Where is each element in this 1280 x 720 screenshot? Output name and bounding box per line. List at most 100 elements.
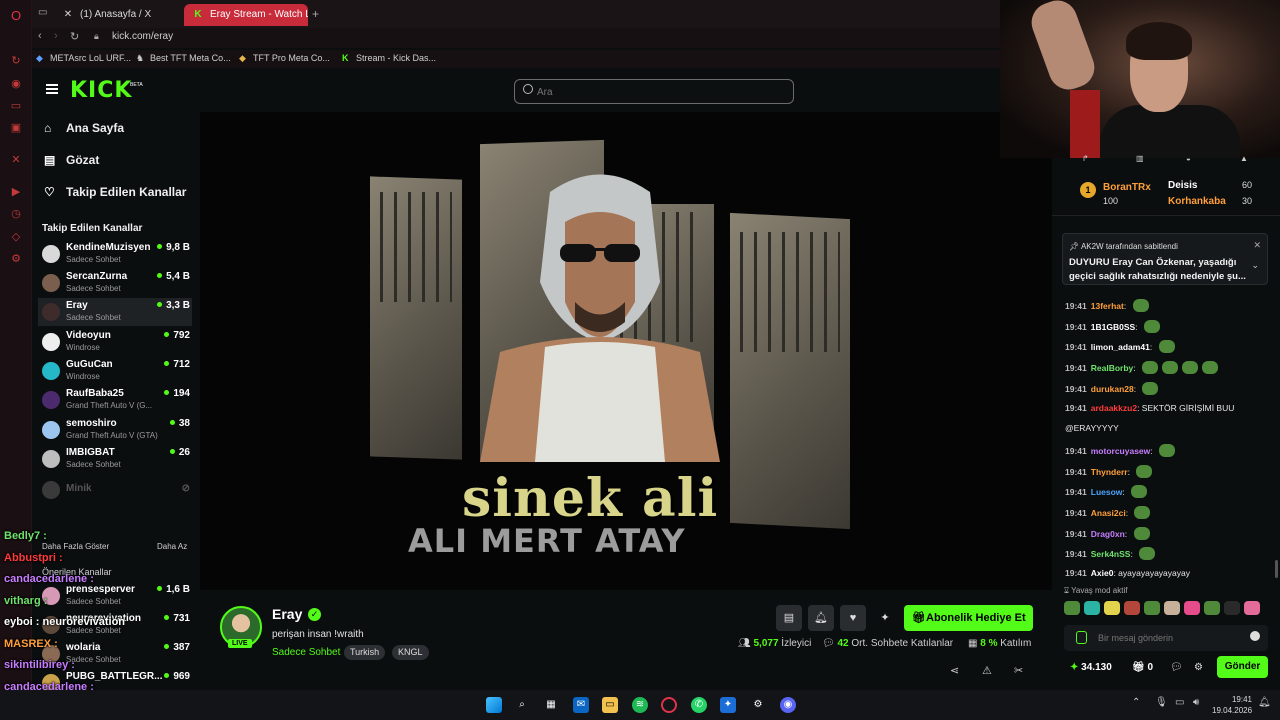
history-icon[interactable]: ↻: [9, 54, 23, 68]
chat-username[interactable]: motorcuyasew: [1091, 446, 1151, 456]
emote-button[interactable]: [1164, 601, 1180, 615]
notification-bell-button[interactable]: 🔔︎: [808, 605, 834, 631]
gift-count[interactable]: 🎁︎ 0: [1132, 662, 1153, 673]
aria-icon[interactable]: ◉: [9, 77, 23, 91]
bookmarks-icon[interactable]: ▣: [9, 121, 23, 135]
volume-icon[interactable]: 🔊︎: [1193, 697, 1199, 708]
x-sidebar-icon[interactable]: ✕: [9, 153, 23, 167]
chat-username[interactable]: durukan28: [1091, 384, 1134, 394]
emote-button[interactable]: [1104, 601, 1120, 615]
chat-settings-icon[interactable]: ⚙: [1194, 662, 1203, 673]
back-arrow-icon[interactable]: ‹: [38, 30, 42, 42]
chat-username[interactable]: ardaakkzu2: [1091, 403, 1137, 413]
chat-input-box[interactable]: [1064, 625, 1268, 651]
tag-kngl[interactable]: KNGL: [392, 645, 429, 660]
video-player[interactable]: sinek ali ALI MERT ATAY: [200, 112, 1052, 590]
search-box[interactable]: [514, 79, 794, 104]
emote-button[interactable]: [1064, 601, 1080, 615]
discord-icon[interactable]: ◉: [780, 697, 796, 713]
reload-icon[interactable]: ↻: [70, 30, 79, 43]
sidebar-channel-sercanzurna[interactable]: SercanZurna Sadece Sohbet 5,4 B: [38, 269, 192, 297]
sparkle-icon[interactable]: ✦: [872, 605, 898, 631]
emoji-picker-icon[interactable]: [1250, 631, 1260, 641]
chat-username[interactable]: Serk4nSS: [1091, 549, 1131, 559]
emote-button[interactable]: [1084, 601, 1100, 615]
search-input[interactable]: [537, 84, 777, 100]
tab-kick-stream[interactable]: K Eray Stream - Watch L: [184, 4, 308, 26]
sidebar-channel-minik[interactable]: Minik ⊘: [38, 476, 192, 504]
spotify-icon[interactable]: ≋: [632, 697, 648, 713]
chat-mode-icon[interactable]: ▥: [1136, 154, 1144, 163]
chat-username[interactable]: RealBorby: [1091, 363, 1134, 373]
show-less-link[interactable]: Daha Az: [157, 542, 187, 551]
chat-username[interactable]: Axie0: [1091, 568, 1114, 578]
microsoft-store-icon[interactable]: ▦: [543, 697, 559, 713]
chevron-down-icon[interactable]: ⌄: [1251, 260, 1259, 271]
hamburger-menu-icon[interactable]: [46, 84, 58, 94]
report-icon[interactable]: ⚠: [982, 664, 992, 677]
emote-button[interactable]: [1244, 601, 1260, 615]
pinboard-icon[interactable]: ◇: [9, 230, 23, 244]
nav-home[interactable]: ⌂ Ana Sayfa: [44, 121, 124, 135]
file-explorer-icon[interactable]: ▭: [602, 697, 618, 713]
channel-points[interactable]: ✦ 34.130: [1070, 662, 1112, 673]
emote-button[interactable]: [1124, 601, 1140, 615]
tag-turkish[interactable]: Turkish: [344, 645, 386, 660]
emote-button[interactable]: [1204, 601, 1220, 615]
url-field[interactable]: kick.com/eray: [112, 31, 173, 42]
chat-username[interactable]: Drag0xn: [1091, 529, 1125, 539]
emote-button[interactable]: [1184, 601, 1200, 615]
follow-heart-button[interactable]: ♥: [840, 605, 866, 631]
sidebar-channel-imbigbat[interactable]: IMBIGBAT Sadece Sohbet 26: [38, 445, 192, 473]
chat-visibility-icon[interactable]: ◒: [1186, 154, 1191, 163]
bookmark-item[interactable]: ◆ TFT Pro Meta Co...: [239, 53, 330, 63]
chat-bubble-icon[interactable]: 💬︎: [1170, 662, 1183, 673]
sidebar-channel-raufbaba25[interactable]: RaufBaba25 Grand Theft Auto V (G... 194: [38, 386, 192, 414]
messenger-icon[interactable]: ▭: [9, 99, 23, 113]
steam-icon[interactable]: ⚙: [750, 697, 766, 713]
theater-mode-button[interactable]: ▤: [776, 605, 802, 631]
sidebar-channel-videoyun[interactable]: Videoyun Windrose 792: [38, 328, 192, 356]
nav-following[interactable]: ♡ Takip Edilen Kanallar: [44, 185, 186, 199]
tab-x-home[interactable]: ✕ (1) Anasayfa / X: [54, 4, 182, 26]
bookmark-item[interactable]: ◆ METAsrc LoL URF...: [36, 53, 131, 63]
bookmark-item[interactable]: ♞ Best TFT Meta Co...: [136, 53, 231, 63]
clock-icon[interactable]: ◷: [9, 207, 23, 221]
pinned-message[interactable]: 📌︎ AK2W tarafından sabitlendi ✕ DUYURU E…: [1062, 233, 1268, 285]
share-icon[interactable]: ⋖: [950, 664, 959, 677]
sidebar-channel-kendinemuzisyen[interactable]: KendineMuzisyen Sadece Sohbet 9,8 B: [38, 240, 192, 268]
nav-browse[interactable]: ▤ Gözat: [44, 153, 99, 167]
opera-logo-icon[interactable]: O: [9, 9, 23, 23]
gift-subscription-button[interactable]: 🎁︎ Abonelik Hediye Et: [904, 605, 1033, 631]
network-icon[interactable]: ▭: [1175, 697, 1184, 708]
clip-icon[interactable]: ✂: [1014, 664, 1023, 677]
chat-username[interactable]: 1B1GB0SS: [1091, 322, 1135, 332]
kick-logo[interactable]: KICK: [70, 78, 132, 103]
sidebar-channel-prensesperver[interactable]: prensesperver Sadece Sohbet 1,6 B: [38, 582, 192, 610]
windows-start-icon[interactable]: [486, 697, 502, 713]
chat-username[interactable]: Thynderr: [1091, 467, 1128, 477]
chat-username[interactable]: limon_adam41: [1091, 342, 1150, 352]
forward-arrow-icon[interactable]: ›: [54, 30, 58, 42]
opera-gx-icon[interactable]: [661, 697, 677, 713]
sidebar-channel-gugucan[interactable]: GuGuCan Windrose 712: [38, 357, 192, 385]
player-icon[interactable]: ▶: [9, 185, 23, 199]
chat-scrollbar[interactable]: [1275, 560, 1278, 578]
emote-button[interactable]: [1224, 601, 1240, 615]
chat-username[interactable]: Anasi2ci: [1091, 508, 1126, 518]
chat-input[interactable]: [1098, 631, 1238, 645]
collapse-chat-icon[interactable]: ↱: [1082, 154, 1089, 163]
notification-bell-icon[interactable]: 🔔︎: [1258, 697, 1271, 708]
taskbar-clock[interactable]: 19:41 19.04.2026: [1212, 694, 1252, 716]
tray-chevron-up-icon[interactable]: ⌃: [1132, 697, 1140, 708]
sidebar-channel-semoshiro[interactable]: semoshiro Grand Theft Auto V (GTA) 38: [38, 416, 192, 444]
chat-expand-icon[interactable]: ▲: [1240, 154, 1248, 163]
microphone-icon[interactable]: 🎙︎: [1155, 697, 1168, 708]
emote-button[interactable]: [1144, 601, 1160, 615]
chat-username[interactable]: Luesow: [1091, 487, 1123, 497]
bookmark-item[interactable]: K Stream - Kick Das...: [342, 53, 436, 63]
send-button[interactable]: Gönder: [1217, 656, 1268, 678]
settings-icon[interactable]: ⚙: [9, 252, 23, 266]
search-icon[interactable]: ⌕: [514, 697, 530, 713]
outlook-icon[interactable]: ✉: [573, 697, 589, 713]
